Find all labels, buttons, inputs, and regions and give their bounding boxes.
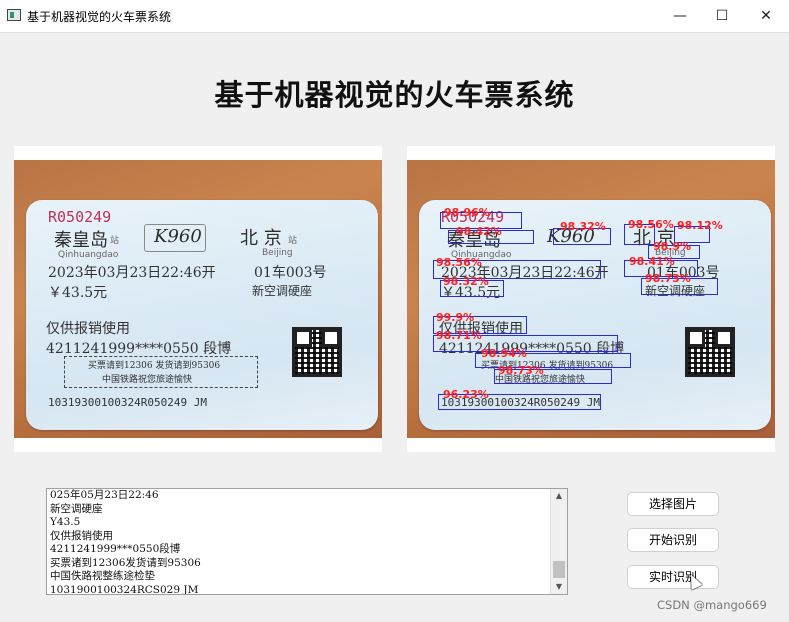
ticket-photo: R050249 秦皇岛 站 Qinhuangdao K960 北 京 站 Bei… <box>26 200 378 430</box>
detection-confidence: 99.9% <box>436 311 475 324</box>
detection-confidence: 98.94% <box>481 347 527 360</box>
realtime-recognize-button[interactable]: 实时识别 <box>627 565 719 589</box>
ticket-to-station: 北 京 <box>240 228 282 249</box>
detection-confidence: 98.12% <box>677 219 723 232</box>
ticket-id-name: 4211241999****0550 段博 <box>46 341 232 357</box>
result-textbox[interactable]: 025年05月23日22:46 新空调硬座 Y43.5 仅供报销使用 42112… <box>46 488 568 595</box>
ticket-from-pinyin: Qinhuangdao <box>58 250 119 260</box>
ticket-seat: 01车003号 <box>254 265 327 281</box>
window-title: 基于机器视觉的火车票系统 <box>27 10 172 24</box>
close-button[interactable]: ✕ <box>743 0 789 32</box>
ticket-code: 10319300100324R050249 JM <box>48 396 207 409</box>
ticket-to-pinyin: Beijing <box>262 248 293 258</box>
result-scrollbar[interactable]: ▲ ▼ <box>550 489 567 594</box>
scroll-thumb[interactable] <box>553 561 565 578</box>
app-icon <box>7 9 21 21</box>
ticket-price: ￥43.5元 <box>48 285 108 301</box>
result-line: 4211241999***0550段博 <box>50 543 181 555</box>
result-line: 1031900100324RCS029 JM <box>50 583 199 595</box>
detection-confidence: 98.71% <box>436 329 482 342</box>
ticket-datetime: 2023年03月23日22:46开 <box>48 265 216 281</box>
ticket-notice-buy: 买票请到12306 发货请到95306 <box>88 361 221 371</box>
scroll-up-icon[interactable]: ▲ <box>551 489 567 503</box>
detection-image-panel: R050249 秦皇岛 Qinhuangdao K960 北 京 Beijing… <box>407 146 775 452</box>
result-line: 仅供报销使用 <box>50 529 113 542</box>
detection-confidence: 98.32% <box>443 275 489 288</box>
ticket-serial: R050249 <box>48 208 112 226</box>
detection-confidence: 98.73% <box>645 272 691 285</box>
detection-confidence: 96.23% <box>443 388 489 401</box>
ticket-qr-code <box>292 327 342 377</box>
detection-confidence: 98.56% <box>436 256 482 269</box>
page-title: 基于机器视觉的火车票系统 <box>214 78 575 112</box>
ticket-train-no: K960 <box>154 226 202 247</box>
ticket-station-suffix: 站 <box>110 236 120 246</box>
minimize-button[interactable]: — <box>657 0 703 32</box>
ticket-qr-code <box>685 327 735 377</box>
window-titlebar: 基于机器视觉的火车票系统 — ☐ ✕ <box>0 0 789 33</box>
ticket-notice-reimburse: 仅供报销使用 <box>46 321 130 337</box>
detection-confidence: 98.42% <box>456 225 502 238</box>
result-line: Y43.5 <box>50 516 81 528</box>
detection-confidence: 98.41% <box>629 255 675 268</box>
select-image-button[interactable]: 选择图片 <box>627 492 719 516</box>
detection-confidence: 98.56% <box>628 218 674 231</box>
result-line: 新空调硬座 <box>50 502 103 515</box>
result-lines: 025年05月23日22:46 新空调硬座 Y43.5 仅供报销使用 42112… <box>50 489 201 595</box>
ticket-seat-type: 新空调硬座 <box>252 284 313 298</box>
maximize-button[interactable]: ☐ <box>699 0 745 32</box>
start-recognize-button[interactable]: 开始识别 <box>627 528 719 552</box>
original-image-panel: R050249 秦皇岛 站 Qinhuangdao K960 北 京 站 Bei… <box>14 146 382 452</box>
detection-confidence: 98.32% <box>560 220 606 233</box>
result-line: 中国佚路视整练途检垫 <box>50 570 155 582</box>
detection-confidence: 98.9% <box>653 240 692 253</box>
result-line: 买票诸到12306发货请到95306 <box>50 556 201 569</box>
result-line: 025年05月23日22:46 <box>50 489 159 501</box>
scroll-down-icon[interactable]: ▼ <box>551 580 567 594</box>
ticket-from-station: 秦皇岛 <box>54 230 108 251</box>
watermark: CSDN @mango669 <box>657 598 767 612</box>
detection-confidence: 98.96% <box>444 206 490 219</box>
ticket-notice-wish: 中国铁路祝您旅途愉快 <box>102 375 193 385</box>
ticket-station-suffix-2: 站 <box>288 236 298 246</box>
detection-confidence: 98.73% <box>498 364 544 377</box>
